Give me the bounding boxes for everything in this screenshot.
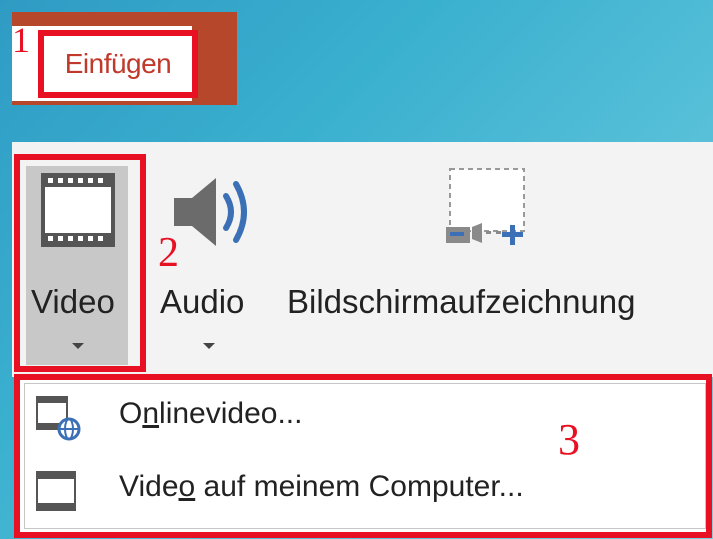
menu-item-video-from-computer-label: Video auf meinem Computer... <box>119 470 524 503</box>
menu-item-online-video[interactable]: Onlinevideo... <box>25 387 705 449</box>
insert-tab-label: Einfügen <box>64 48 172 79</box>
insert-tab-crop: Einfügen <box>12 12 237 105</box>
screen-recording-icon[interactable] <box>438 165 538 255</box>
video-button-label: Video <box>31 283 115 320</box>
speaker-icon[interactable] <box>170 172 260 252</box>
menu-item-online-video-label: Onlinevideo... <box>119 397 303 430</box>
ribbon-accent-block <box>192 12 237 105</box>
film-strip-icon <box>36 471 76 511</box>
film-strip-icon <box>41 173 115 247</box>
video-dropdown-caret <box>72 343 84 349</box>
audio-dropdown-caret <box>203 343 215 349</box>
online-video-icon <box>36 396 81 441</box>
step-number-1: 1 <box>12 20 30 60</box>
screen-recording-button-label[interactable]: Bildschirmaufzeichnung <box>287 285 636 318</box>
insert-tab[interactable]: Einfügen <box>38 30 198 98</box>
ribbon-accent-bottom <box>12 101 192 105</box>
menu-item-video-from-computer[interactable]: Video auf meinem Computer... <box>25 460 705 522</box>
step-number-3: 3 <box>558 415 580 464</box>
audio-button-label[interactable]: Audio <box>160 285 244 318</box>
